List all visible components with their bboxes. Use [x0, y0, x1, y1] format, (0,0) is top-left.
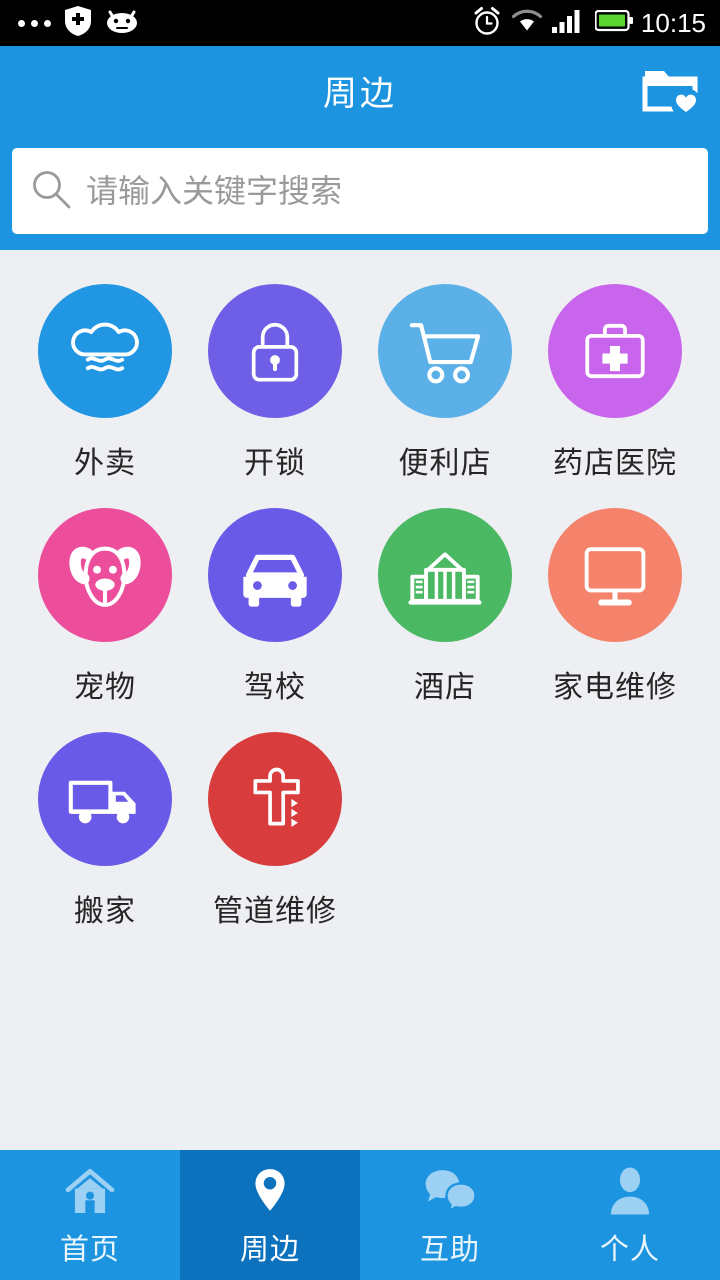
- signal-bars-icon: [551, 8, 586, 39]
- status-bar-right: 10:15: [463, 6, 706, 41]
- grid-item-dog-face[interactable]: 宠物: [20, 488, 190, 712]
- status-bar: 10:15: [0, 0, 720, 46]
- grid-item-lock[interactable]: 开锁: [190, 264, 360, 488]
- grid-item-label: 开锁: [244, 447, 306, 480]
- grid-item-label: 宠物: [74, 671, 136, 704]
- grid-item-medical-kit[interactable]: 药店医院: [530, 264, 700, 488]
- dog-face-icon: [38, 508, 172, 642]
- medical-kit-icon: [548, 284, 682, 418]
- tab-person[interactable]: 个人: [540, 1150, 720, 1280]
- tab-home[interactable]: 首页: [0, 1150, 180, 1280]
- pipe-faucet-icon: [208, 732, 342, 866]
- grid-item-label: 搬家: [74, 895, 136, 928]
- chat-bubbles-icon: [417, 1162, 483, 1220]
- bottom-tab-bar: 首页 周边 互助 个人: [0, 1150, 720, 1280]
- grid-item-moving-truck[interactable]: 搬家: [20, 712, 190, 936]
- grid-item-label: 酒店: [414, 671, 476, 704]
- alarm-clock-icon: [472, 6, 502, 41]
- tab-chat-bubbles[interactable]: 互助: [360, 1150, 540, 1280]
- grid-item-pipe-faucet[interactable]: 管道维修: [190, 712, 360, 936]
- monitor-icon: [548, 508, 682, 642]
- tab-label: 互助: [419, 1234, 480, 1266]
- grid-item-label: 药店医院: [553, 447, 677, 480]
- folder-favorite-icon[interactable]: [638, 62, 702, 118]
- wifi-icon: [511, 8, 543, 39]
- tab-label: 周边: [239, 1234, 300, 1266]
- lock-icon: [208, 284, 342, 418]
- status-bar-time: 10:15: [640, 7, 706, 38]
- app-root: 10:15 周边 请输入关键字搜索 外卖 开锁 便利店 药店医院 宠物 驾校 酒…: [0, 0, 720, 1280]
- category-grid: 外卖 开锁 便利店 药店医院 宠物 驾校 酒店 家电维修 搬家 管道维修: [0, 264, 720, 936]
- grid-item-chef-hat[interactable]: 外卖: [20, 264, 190, 488]
- location-pin-icon: [244, 1162, 296, 1220]
- grid-item-label: 家电维修: [553, 671, 677, 704]
- android-robot-icon: [105, 8, 139, 39]
- grid-item-label: 外卖: [74, 447, 136, 480]
- search-box[interactable]: [12, 148, 708, 234]
- grid-item-label: 便利店: [398, 447, 492, 480]
- grid-item-label: 管道维修: [213, 895, 337, 928]
- battery-icon: [594, 9, 633, 37]
- app-header: 周边: [0, 46, 720, 134]
- shield-plus-icon: [65, 5, 91, 41]
- tab-label: 首页: [59, 1234, 120, 1266]
- grid-item-car[interactable]: 驾校: [190, 488, 360, 712]
- moving-truck-icon: [38, 732, 172, 866]
- page-title: 周边: [323, 74, 397, 113]
- tab-label: 个人: [599, 1234, 660, 1266]
- grid-item-shopping-cart[interactable]: 便利店: [360, 264, 530, 488]
- search-input[interactable]: [86, 172, 690, 210]
- tab-location-pin[interactable]: 周边: [180, 1150, 360, 1280]
- search-icon: [30, 168, 72, 215]
- hotel-building-icon: [378, 508, 512, 642]
- more-dots-icon: [18, 19, 51, 27]
- person-icon: [602, 1162, 658, 1220]
- chef-hat-icon: [38, 284, 172, 418]
- status-bar-left: [18, 5, 153, 41]
- car-icon: [208, 508, 342, 642]
- home-icon: [59, 1162, 121, 1220]
- main-content: 外卖 开锁 便利店 药店医院 宠物 驾校 酒店 家电维修 搬家 管道维修: [0, 250, 720, 1150]
- search-bar-container: [0, 134, 720, 250]
- grid-item-monitor[interactable]: 家电维修: [530, 488, 700, 712]
- grid-item-label: 驾校: [244, 671, 306, 704]
- grid-item-hotel-building[interactable]: 酒店: [360, 488, 530, 712]
- shopping-cart-icon: [378, 284, 512, 418]
